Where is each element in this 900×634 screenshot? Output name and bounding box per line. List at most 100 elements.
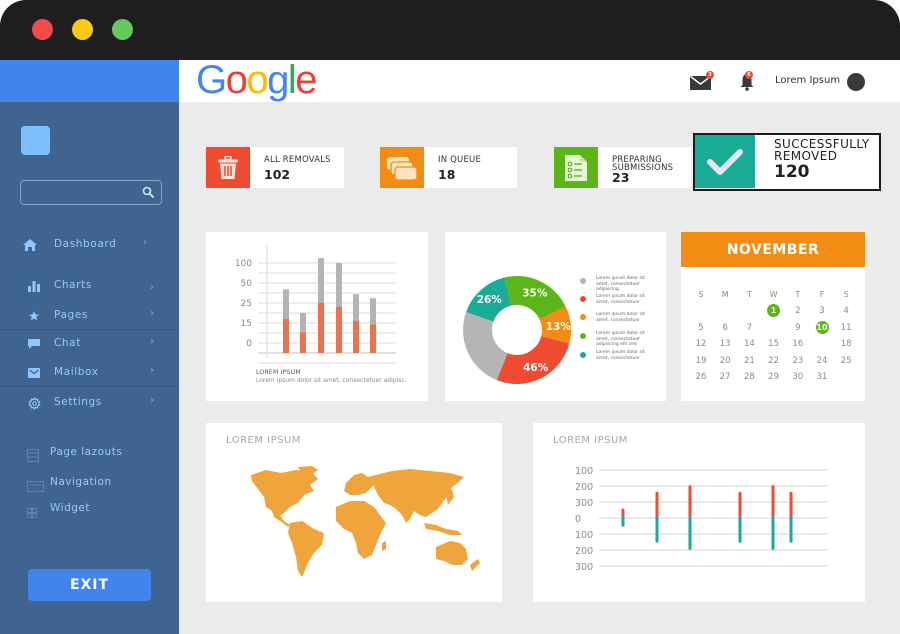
user-name[interactable]: Lorem Ipsum — [775, 75, 840, 86]
chevron-right-icon: › — [143, 237, 147, 248]
minimize-window-button[interactable] — [72, 19, 93, 40]
sidebar-item-mailbox[interactable]: Mailbox › — [0, 361, 179, 387]
maximize-window-button[interactable] — [112, 19, 133, 40]
y-tick-label: 300 — [575, 498, 593, 509]
calendar-day[interactable]: 30 — [786, 369, 810, 385]
madagascar-shape — [382, 541, 386, 551]
indonesia-shape — [424, 523, 462, 535]
legend-swatch — [580, 314, 586, 320]
calendar-day[interactable]: 22 — [762, 353, 786, 369]
calendar-day[interactable]: 27 — [713, 369, 737, 385]
calendar-day[interactable]: 14 — [737, 336, 761, 352]
calendar-day[interactable]: 19 — [689, 353, 713, 369]
sidebar-item-widget[interactable]: Widget — [0, 499, 179, 521]
world-map-panel: LOREM IPSUM — [206, 423, 502, 602]
calendar-day[interactable]: 25 — [834, 353, 858, 369]
bar-segment-lower — [370, 324, 376, 353]
legend-label: Lorem ipsum dolor sit amet, consectetuer… — [596, 276, 645, 292]
calendar-day[interactable]: 13 — [713, 336, 737, 352]
top-header: Google 3 6 Lorem Ipsum — [179, 58, 900, 103]
stat-card-successfully-removed[interactable]: SUCCESSFULLY REMOVED 120 — [693, 133, 881, 191]
notifications-button[interactable]: 6 — [739, 71, 755, 91]
sidebar-item-page-layouts[interactable]: Page lazouts — [0, 443, 179, 465]
calendar-day[interactable]: 9 — [786, 320, 810, 336]
exit-button[interactable]: EXIT — [28, 569, 151, 601]
stat-title: SUCCESSFULLY REMOVED — [774, 138, 870, 162]
search-input[interactable] — [21, 181, 139, 204]
y-tick-label: 100 — [235, 259, 252, 269]
calendar-day[interactable]: 11 — [834, 320, 858, 336]
sidebar-item-settings[interactable]: Settings › — [0, 391, 179, 417]
calendar-day[interactable]: 7 — [737, 320, 761, 336]
app-logo[interactable] — [21, 126, 50, 155]
calendar-day[interactable]: 4 — [834, 303, 858, 319]
sidebar-search[interactable] — [20, 180, 162, 205]
calendar-day-highlight: 10 — [815, 320, 829, 334]
home-icon — [22, 238, 38, 252]
chat-icon — [26, 337, 42, 351]
calendar-day[interactable]: 12 — [689, 336, 713, 352]
legend-swatch — [580, 278, 586, 284]
bar-chart-icon — [26, 279, 42, 293]
sidebar-item-label: Page lazouts — [50, 446, 123, 458]
y-tick-label: 200 — [575, 546, 593, 557]
star-icon — [26, 309, 42, 323]
y-tick-label: 0 — [575, 514, 581, 525]
bar-segment-upper — [318, 258, 324, 303]
stat-value: 102 — [264, 167, 291, 182]
sidebar-item-charts[interactable]: Charts › — [0, 274, 179, 300]
sidebar-item-label: Widget — [50, 502, 90, 514]
calendar-day[interactable]: 10 — [810, 320, 834, 336]
mailbox-icon — [26, 366, 42, 380]
sidebar-item-label: Pages — [54, 309, 88, 321]
africa-shape — [336, 501, 386, 559]
calendar-weekday: S — [698, 290, 704, 299]
stat-card-in-queue[interactable]: IN QUEUE 18 — [380, 147, 517, 188]
calendar-day[interactable]: 26 — [689, 369, 713, 385]
y-tick-label: 50 — [241, 279, 253, 289]
calendar-day[interactable]: 31 — [810, 369, 834, 385]
chevron-right-icon: › — [150, 395, 154, 406]
sidebar-item-pages[interactable]: Pages › — [0, 304, 179, 330]
calendar-day[interactable]: 6 — [713, 320, 737, 336]
logo-letter: l — [287, 58, 297, 102]
calendar-day[interactable]: 23 — [786, 353, 810, 369]
calendar-day[interactable]: 1 — [762, 303, 786, 319]
calendar-weekday: M — [721, 290, 729, 299]
logo-letter: G — [196, 58, 227, 102]
title-bar — [0, 0, 900, 60]
avatar[interactable] — [847, 73, 865, 91]
bar-segment-upper — [353, 294, 359, 321]
calendar-day[interactable]: 21 — [737, 353, 761, 369]
calendar-day[interactable]: 28 — [737, 369, 761, 385]
bar-segment-lower — [336, 307, 342, 353]
south-america-shape — [288, 521, 324, 577]
sidebar-item-chat[interactable]: Chat › — [0, 332, 179, 358]
calendar-day[interactable]: 29 — [762, 369, 786, 385]
stat-card-preparing-submissions[interactable]: PREPARING SUBMISSIONS 23 — [554, 147, 691, 188]
calendar-day[interactable]: 3 — [810, 303, 834, 319]
calendar-day[interactable]: 15 — [762, 336, 786, 352]
sidebar-item-label: Navigation — [50, 476, 112, 488]
sidebar-item-navigation[interactable]: Navigation — [0, 473, 179, 495]
stat-card-all-removals[interactable]: ALL REMOVALS 102 — [206, 147, 344, 188]
legend-label: Lorem ipsum dolor sit amet, consectetuer — [596, 350, 645, 361]
calendar-day[interactable]: 24 — [810, 353, 834, 369]
donut-slice-label: 26% — [477, 294, 503, 306]
y-tick-label: 100 — [575, 530, 593, 541]
calendar-day[interactable]: 5 — [689, 320, 713, 336]
sidebar-item-dashboard[interactable]: Dashboard › — [0, 233, 179, 259]
donut-chart-panel: 26% 35% 13% 46% Lorem ipsum dolor sit amet,… — [445, 232, 666, 401]
logo-letter: o — [225, 58, 248, 102]
world-map[interactable] — [206, 423, 502, 602]
calendar-day[interactable]: 16 — [786, 336, 810, 352]
calendar-day[interactable]: 20 — [713, 353, 737, 369]
google-logo[interactable]: Google — [196, 58, 317, 103]
calendar-day[interactable]: 18 — [834, 336, 858, 352]
sidebar: Dashboard › Charts › Pages › Chat › Mail… — [0, 60, 179, 634]
mail-button[interactable]: 3 — [690, 71, 714, 90]
close-window-button[interactable] — [32, 19, 53, 40]
calendar-day[interactable]: 2 — [786, 303, 810, 319]
search-icon[interactable] — [142, 186, 154, 198]
bar-segment-lower — [318, 303, 324, 353]
